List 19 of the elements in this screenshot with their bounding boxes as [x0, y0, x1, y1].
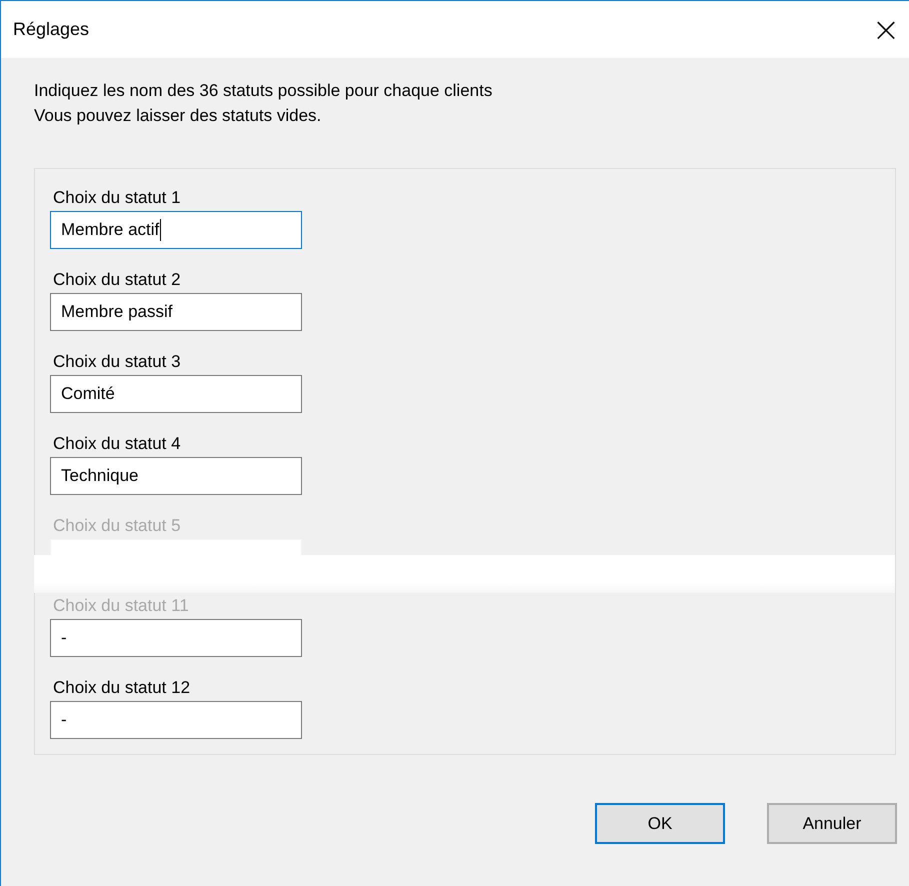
- input-field[interactable]: Membre passif: [50, 293, 302, 331]
- input-field[interactable]: Comité: [50, 375, 302, 413]
- window-title: Réglages: [13, 19, 90, 40]
- instruction-text: Vous pouvez laisser des statuts vides.: [34, 105, 322, 127]
- close-button[interactable]: ×: [863, 6, 909, 52]
- dialog-button[interactable]: Annuler: [767, 803, 897, 844]
- field-label: Choix du statut 12: [52, 677, 190, 699]
- instruction-text: Indiquez les nom des 36 statuts possible pour chaque clients: [34, 80, 494, 102]
- input-field[interactable]: Membre actif: [50, 211, 302, 249]
- field-label: Choix du statut 1: [52, 187, 181, 209]
- input-field[interactable]: Technique: [50, 457, 302, 495]
- input-field[interactable]: -: [50, 701, 302, 739]
- field-label: Choix du statut 3: [52, 351, 181, 373]
- dialog-button[interactable]: OK: [595, 803, 725, 844]
- field-label: Choix du statut 11: [52, 595, 189, 617]
- field-label: Choix du statut 2: [52, 269, 181, 291]
- field-label: Choix du statut 4: [52, 433, 181, 455]
- input-field[interactable]: -: [50, 619, 302, 657]
- field-label: Choix du statut 5: [52, 515, 181, 537]
